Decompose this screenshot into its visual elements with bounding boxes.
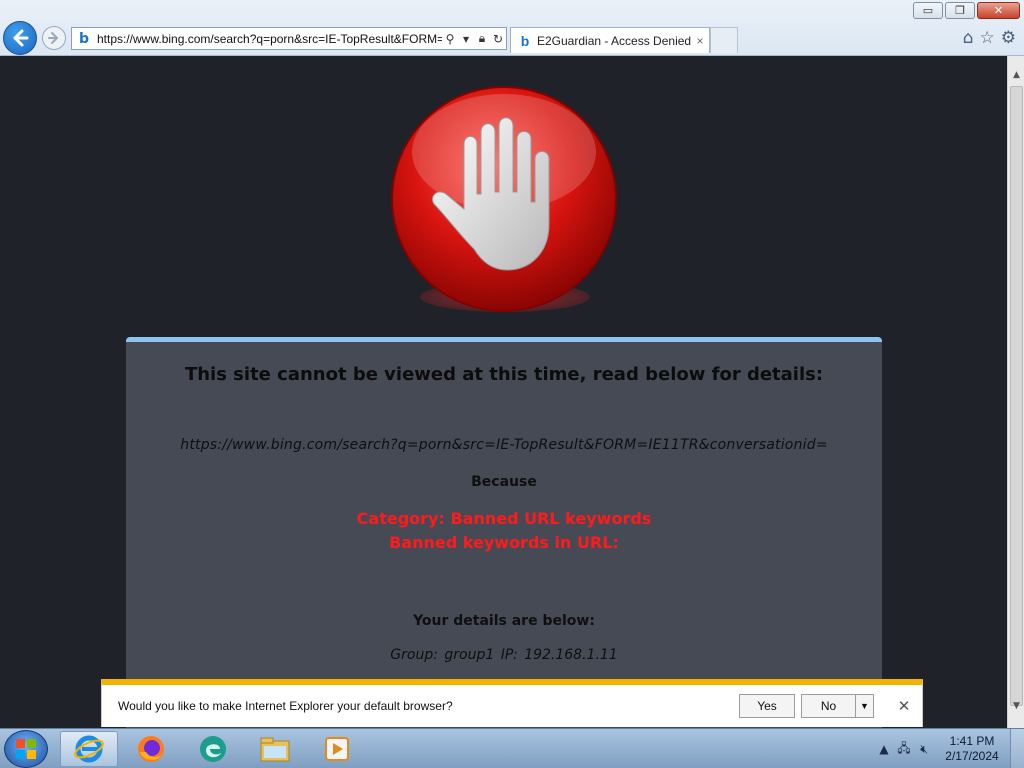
- scroll-up-icon[interactable]: ▲: [1011, 70, 1022, 82]
- browser-tools: ⌂ ☆ ⚙: [963, 28, 1016, 48]
- forward-button[interactable]: [42, 26, 66, 50]
- block-reason: Category: Banned URL keywords Banned key…: [126, 507, 882, 555]
- tab-close-button[interactable]: ×: [691, 34, 709, 48]
- star-icon[interactable]: ☆: [980, 28, 995, 48]
- home-icon[interactable]: ⌂: [963, 28, 974, 48]
- network-icon[interactable]: 🖧︎: [894, 739, 914, 760]
- dropdown-arrow-icon[interactable]: ▾: [458, 30, 474, 48]
- folder-icon: [260, 737, 290, 762]
- restore-button[interactable]: ❐: [945, 2, 975, 19]
- lock-icon[interactable]: 🔒︎: [474, 30, 490, 48]
- edge-icon: [200, 736, 226, 762]
- close-icon[interactable]: ✕: [892, 697, 916, 715]
- back-button[interactable]: [3, 21, 37, 55]
- tab-title: E2Guardian - Access Denied: [537, 33, 691, 48]
- stop-hand-icon: [391, 86, 617, 312]
- taskbar-file-explorer[interactable]: [246, 731, 304, 767]
- chevron-down-icon[interactable]: ▼: [855, 694, 874, 718]
- notification-message: Would you like to make Internet Explorer…: [118, 699, 453, 713]
- clock-date: 2/17/2024: [945, 749, 999, 763]
- tab-access-denied[interactable]: b E2Guardian - Access Denied ×: [510, 27, 710, 53]
- default-browser-notification: Would you like to make Internet Explorer…: [101, 679, 923, 727]
- gear-icon[interactable]: ⚙: [1001, 28, 1016, 48]
- taskbar-edge[interactable]: [184, 731, 242, 767]
- search-icon[interactable]: ⚲: [442, 30, 458, 48]
- details-heading: Your details are below:: [413, 613, 595, 629]
- taskbar: ▲ 🖧︎ 🔇︎ 1:41 PM 2/17/2024: [0, 728, 1024, 768]
- scroll-thumb[interactable]: [1010, 86, 1023, 706]
- taskbar-internet-explorer[interactable]: [60, 731, 118, 767]
- close-window-button[interactable]: ✕: [977, 2, 1020, 19]
- bing-icon: b: [520, 32, 530, 49]
- bing-icon: b: [78, 30, 90, 47]
- no-split-button: No ▼: [801, 694, 874, 718]
- show-desktop-button[interactable]: [1010, 729, 1024, 768]
- volume-muted-icon[interactable]: 🔇︎: [914, 742, 934, 757]
- vertical-scrollbar[interactable]: ▲ ▼: [1007, 56, 1024, 728]
- page-content: This site cannot be viewed at this time,…: [0, 56, 1007, 728]
- clock-time: 1:41 PM: [949, 734, 995, 748]
- windows-logo-icon: [16, 739, 36, 759]
- refresh-icon[interactable]: ↻: [490, 30, 506, 48]
- blocked-url: https://www.bing.com/search?q=porn&src=I…: [180, 437, 828, 453]
- reason-category: Category: Banned URL keywords: [356, 509, 652, 528]
- media-player-icon: [325, 737, 349, 761]
- yes-button[interactable]: Yes: [739, 694, 795, 718]
- back-arrow-icon: [13, 29, 29, 47]
- system-tray: ▲ 🖧︎ 🔇︎ 1:41 PM 2/17/2024: [874, 729, 1024, 768]
- internet-explorer-icon: [74, 735, 104, 763]
- taskbar-media-player[interactable]: [308, 731, 366, 767]
- because-label: Because: [471, 474, 537, 490]
- forward-arrow-icon: [48, 32, 59, 44]
- scroll-down-icon[interactable]: ▼: [1011, 701, 1022, 713]
- access-denied-panel: This site cannot be viewed at this time,…: [126, 337, 882, 728]
- page-title: This site cannot be viewed at this time,…: [184, 364, 824, 385]
- firefox-icon: [138, 736, 164, 762]
- user-details: Group: group1 IP: 192.168.1.11: [390, 647, 618, 663]
- show-hidden-icons-icon[interactable]: ▲: [874, 742, 894, 756]
- new-tab-button[interactable]: [710, 27, 738, 53]
- address-bar[interactable]: b https://www.bing.com/search?q=porn&src…: [71, 27, 507, 50]
- clock[interactable]: 1:41 PM 2/17/2024: [934, 734, 1010, 764]
- taskbar-firefox[interactable]: [122, 731, 180, 767]
- start-button[interactable]: [4, 730, 48, 768]
- window-controls: ▭ ❐ ✕: [913, 2, 1020, 19]
- address-url[interactable]: https://www.bing.com/search?q=porn&src=I…: [93, 32, 442, 46]
- browser-chrome: b https://www.bing.com/search?q=porn&src…: [0, 0, 1024, 56]
- no-button[interactable]: No: [801, 694, 855, 718]
- minimize-button[interactable]: ▭: [913, 2, 943, 19]
- reason-keywords: Banned keywords in URL:: [389, 533, 619, 552]
